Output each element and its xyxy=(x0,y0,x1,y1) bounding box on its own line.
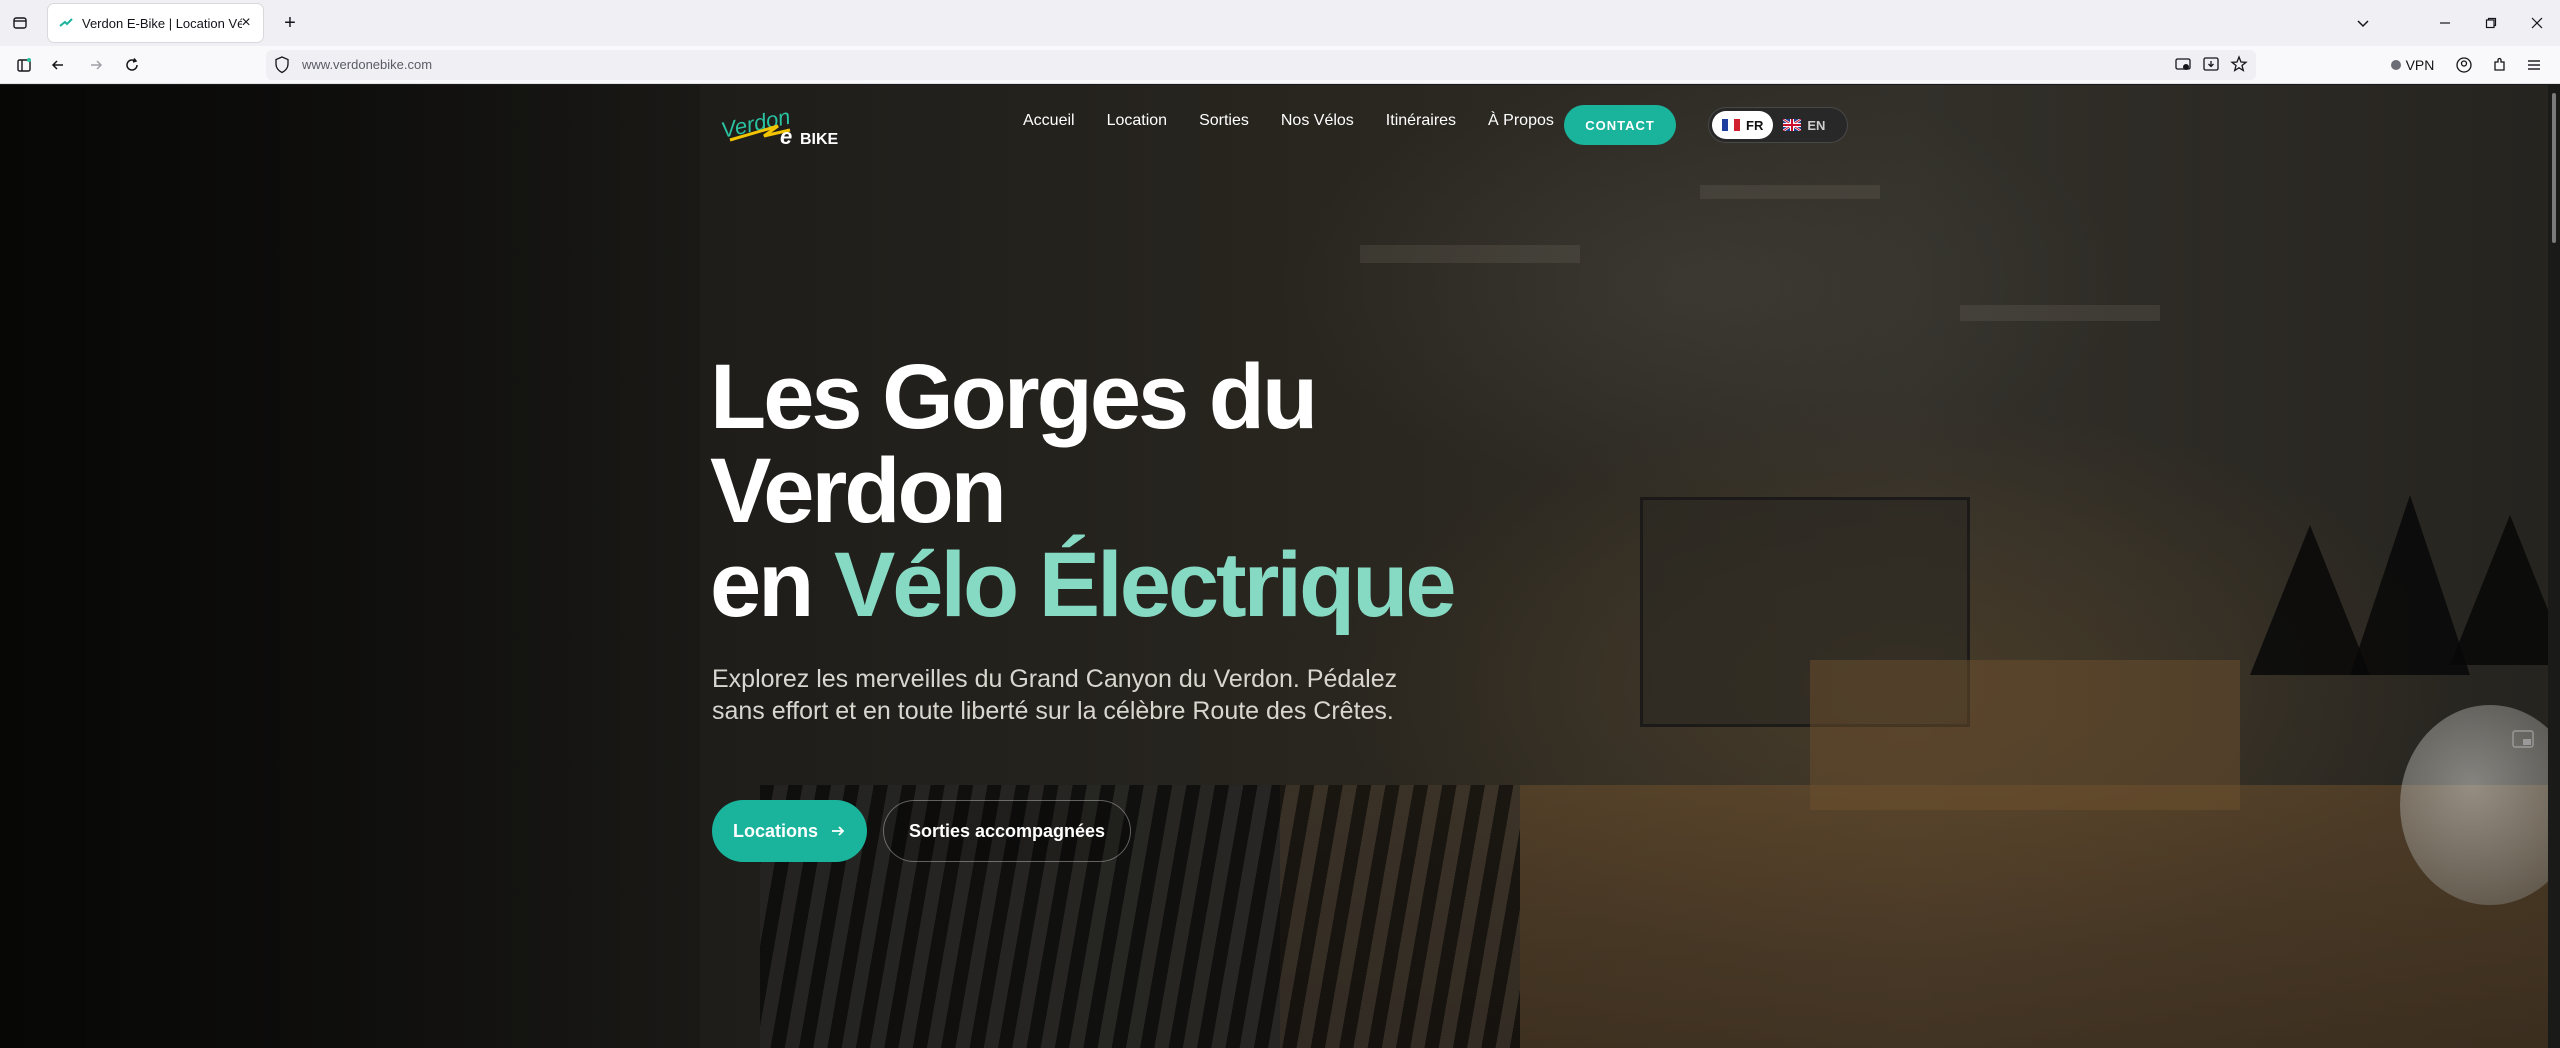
browser-tab-active[interactable]: Verdon E-Bike | Location Vélos Électriqu… xyxy=(48,4,263,42)
ceiling-light xyxy=(1700,185,1880,199)
contact-button[interactable]: CONTACT xyxy=(1564,105,1676,145)
sorties-accompagnees-button[interactable]: Sorties accompagnées xyxy=(883,800,1131,862)
svg-text:BIKE: BIKE xyxy=(800,131,839,148)
restore-icon[interactable] xyxy=(2476,8,2506,38)
site-favicon-icon xyxy=(59,18,73,27)
save-page-icon[interactable] xyxy=(2202,55,2220,73)
tab-list-icon[interactable] xyxy=(8,11,32,35)
reload-icon[interactable] xyxy=(120,53,144,77)
close-window-icon[interactable] xyxy=(2522,8,2552,38)
tab-close-icon[interactable]: × xyxy=(237,14,255,32)
lang-en-label: EN xyxy=(1807,117,1826,133)
hero-title-line3: en Vélo Électrique xyxy=(710,538,1457,632)
hero-title-accent: Vélo Électrique xyxy=(833,534,1457,636)
reader-mode-icon[interactable] xyxy=(2174,55,2192,73)
tab-overflow-chevron-icon[interactable] xyxy=(2348,8,2378,38)
sidebar-toggle-icon[interactable] xyxy=(12,53,36,77)
lang-fr-label: FR xyxy=(1746,117,1764,133)
browser-navbar: www.verdonebike.com VPN xyxy=(0,46,2560,84)
account-icon[interactable] xyxy=(2452,53,2476,77)
ceiling-light xyxy=(1960,305,2160,321)
hero-title-prefix: en xyxy=(710,534,834,636)
hero-title: Les Gorges du Verdon en Vélo Électrique xyxy=(710,346,1457,632)
vpn-button[interactable]: VPN xyxy=(2384,53,2440,77)
background-shade xyxy=(0,85,700,1048)
lang-fr-option[interactable]: FR xyxy=(1712,111,1774,139)
tab-title: Verdon E-Bike | Location Vélos Électriqu… xyxy=(82,15,242,31)
background-mountain xyxy=(2450,515,2548,665)
france-flag-icon xyxy=(1722,119,1740,131)
nav-sorties[interactable]: Sorties xyxy=(1199,112,1249,130)
url-text[interactable]: www.verdonebike.com xyxy=(302,57,432,72)
uk-flag-icon xyxy=(1783,119,1802,131)
scrollbar-thumb[interactable] xyxy=(2552,93,2556,243)
verdon-ebike-logo-icon: Verdon e BIKE xyxy=(719,104,839,149)
minimize-icon[interactable] xyxy=(2430,8,2460,38)
bookmark-star-icon[interactable] xyxy=(2230,55,2248,73)
shield-icon[interactable] xyxy=(274,56,290,74)
vpn-icon xyxy=(2390,60,2401,70)
background-desk xyxy=(1810,660,2240,810)
url-bar[interactable]: www.verdonebike.com xyxy=(266,50,2256,80)
nav-nos-velos[interactable]: Nos Vélos xyxy=(1281,112,1354,130)
new-tab-icon[interactable]: + xyxy=(278,11,302,35)
site-logo[interactable]: Verdon e BIKE xyxy=(719,100,850,156)
locations-button[interactable]: Locations xyxy=(712,800,867,862)
menu-hamburger-icon[interactable] xyxy=(2522,53,2546,77)
hero-title-line2: Verdon xyxy=(710,440,1007,542)
vpn-label: VPN xyxy=(2405,57,2435,73)
nav-accueil[interactable]: Accueil xyxy=(1023,112,1075,130)
back-arrow-icon[interactable] xyxy=(46,53,70,77)
hero-title-line1: Les Gorges du xyxy=(710,346,1318,448)
arrow-right-icon xyxy=(832,826,845,836)
nav-location[interactable]: Location xyxy=(1107,112,1168,130)
language-switcher: FR EN xyxy=(1708,107,1848,143)
ceiling-light xyxy=(1360,245,1580,263)
browser-tabbar: Verdon E-Bike | Location Vélos Électriqu… xyxy=(0,0,2560,46)
extensions-icon[interactable] xyxy=(2488,53,2512,77)
picture-in-picture-icon[interactable] xyxy=(2512,730,2534,748)
locations-button-label: Locations xyxy=(732,820,818,841)
forward-arrow-icon[interactable] xyxy=(84,53,108,77)
main-nav: Accueil Location Sorties Nos Vélos Itiné… xyxy=(1023,112,1586,130)
lang-en-option[interactable]: EN xyxy=(1773,111,1835,139)
page-scrollbar[interactable] xyxy=(2548,85,2560,1048)
hero-subtitle: Explorez les merveilles du Grand Canyon … xyxy=(712,665,1398,725)
svg-text:e: e xyxy=(780,124,792,149)
nav-a-propos[interactable]: À Propos xyxy=(1488,112,1554,130)
nav-itineraires[interactable]: Itinéraires xyxy=(1386,112,1456,130)
background-bikes xyxy=(760,785,1520,1048)
